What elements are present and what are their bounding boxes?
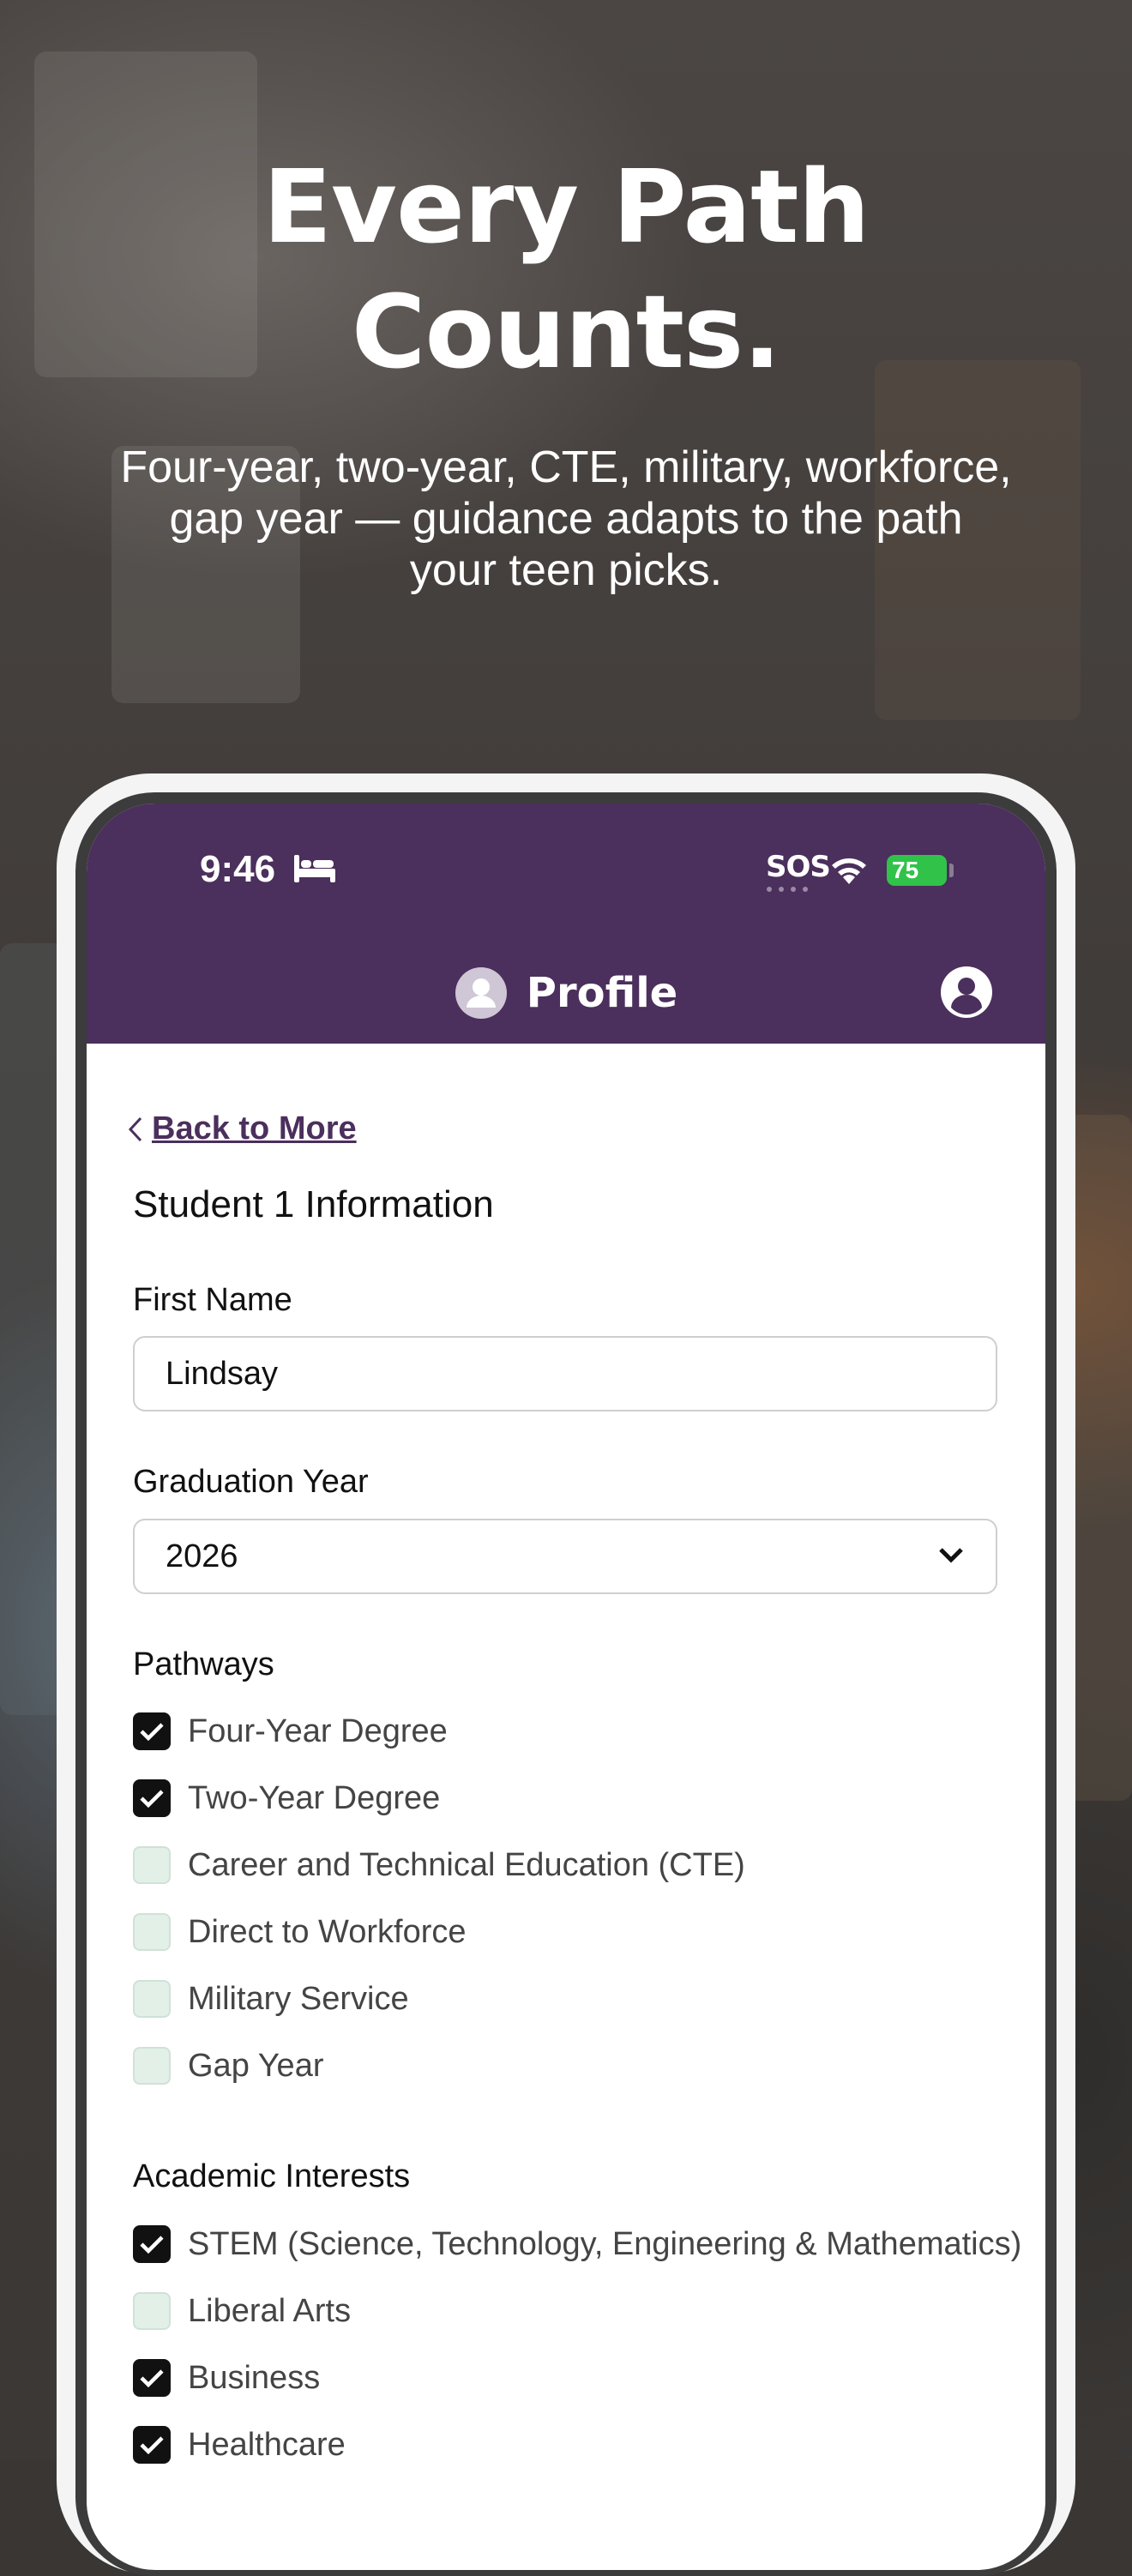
pathway-option-label: Two-Year Degree (188, 1779, 441, 1816)
battery-cap (949, 864, 954, 877)
user-account-icon[interactable] (939, 965, 994, 1020)
battery-level: 75 (892, 857, 919, 883)
pathway-option-label: Direct to Workforce (188, 1913, 467, 1950)
pathway-checkbox-row[interactable]: Military Service (133, 1980, 409, 2018)
checkmark-icon (140, 1790, 164, 1809)
checkmark-icon (140, 2369, 164, 2388)
avatar-icon (455, 967, 507, 1019)
checkbox-checked[interactable] (133, 2426, 171, 2464)
pathway-checkbox-row[interactable]: Two-Year Degree (133, 1779, 440, 1817)
checkbox-checked[interactable] (133, 1712, 171, 1750)
pathway-checkbox-row[interactable]: Career and Technical Education (CTE) (133, 1846, 745, 1884)
headline-line-1: Every Path (262, 147, 870, 266)
pathway-checkbox-row[interactable]: Direct to Workforce (133, 1913, 466, 1951)
status-time: 9:46 (200, 848, 276, 890)
page-title: Profile (526, 969, 678, 1017)
interest-option-label: Business (188, 2359, 321, 2396)
signal-dots-icon (767, 887, 808, 892)
back-to-more-link[interactable]: Back to More (128, 1110, 357, 1147)
marketing-headline: Every Path Counts. (0, 144, 1132, 394)
marketing-subhead: Four-year, two-year, CTE, military, work… (120, 442, 1012, 595)
interest-option-label: Healthcare (188, 2426, 346, 2463)
checkbox-unchecked[interactable] (133, 1846, 171, 1884)
back-link-label: Back to More (152, 1110, 357, 1147)
checkbox-checked[interactable] (133, 2359, 171, 2397)
interest-checkbox-row[interactable]: STEM (Science, Technology, Engineering &… (133, 2225, 1021, 2263)
phone-screen: 9:46 SOS 75 Profile Back to More Student… (87, 803, 1045, 2570)
academic-interests-label: Academic Interests (133, 2158, 411, 2194)
first-name-value: Lindsay (166, 1356, 278, 1392)
checkbox-unchecked[interactable] (133, 2047, 171, 2085)
checkmark-icon (140, 2436, 164, 2455)
app-header: 9:46 SOS 75 Profile (87, 803, 1045, 1044)
pathway-option-label: Gap Year (188, 2047, 324, 2084)
checkbox-unchecked[interactable] (133, 2292, 171, 2330)
first-name-input[interactable]: Lindsay (133, 1336, 997, 1411)
pathway-checkbox-row[interactable]: Four-Year Degree (133, 1712, 448, 1750)
graduation-year-value: 2026 (166, 1538, 238, 1574)
interest-checkbox-row[interactable]: Business (133, 2359, 320, 2397)
checkmark-icon (140, 1723, 164, 1742)
interest-option-label: STEM (Science, Technology, Engineering &… (188, 2225, 1022, 2262)
pathway-option-label: Career and Technical Education (CTE) (188, 1846, 745, 1883)
graduation-year-label: Graduation Year (133, 1464, 369, 1500)
checkmark-icon (140, 2236, 164, 2254)
section-title: Student 1 Information (133, 1183, 494, 1225)
pathways-label: Pathways (133, 1646, 274, 1682)
checkbox-checked[interactable] (133, 2225, 171, 2263)
graduation-year-select[interactable]: 2026 (133, 1519, 997, 1594)
sos-indicator: SOS (766, 850, 831, 884)
battery-indicator: 75 (887, 855, 947, 886)
wifi-icon (832, 858, 866, 884)
interest-checkbox-row[interactable]: Liberal Arts (133, 2292, 351, 2330)
pathway-option-label: Military Service (188, 1980, 409, 2017)
interest-option-label: Liberal Arts (188, 2292, 352, 2329)
first-name-label: First Name (133, 1282, 292, 1318)
chevron-down-icon (939, 1548, 963, 1563)
checkbox-unchecked[interactable] (133, 1913, 171, 1951)
checkbox-unchecked[interactable] (133, 1980, 171, 2018)
chevron-left-icon (128, 1116, 142, 1141)
header-title-group: Profile (87, 960, 1045, 1026)
checkbox-checked[interactable] (133, 1779, 171, 1817)
headline-line-2: Counts. (351, 273, 781, 391)
sleep-focus-icon (294, 855, 335, 882)
interest-checkbox-row[interactable]: Healthcare (133, 2426, 346, 2464)
pathway-checkbox-row[interactable]: Gap Year (133, 2047, 323, 2085)
pathway-option-label: Four-Year Degree (188, 1712, 448, 1749)
